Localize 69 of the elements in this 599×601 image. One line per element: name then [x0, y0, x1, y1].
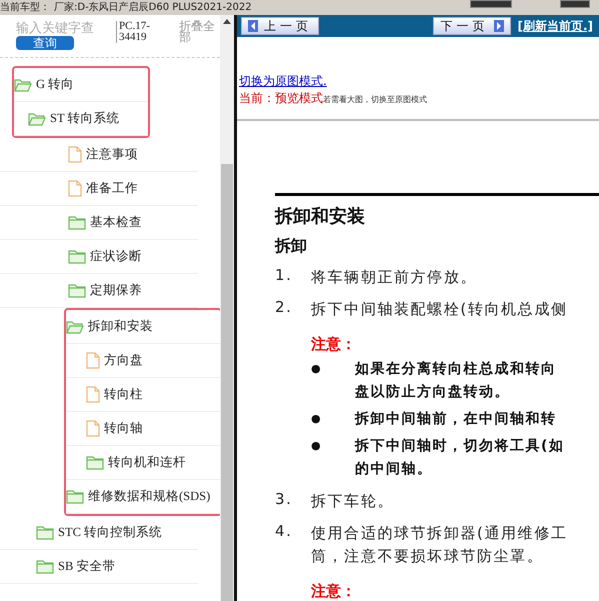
toolbar-button[interactable] [560, 0, 590, 8]
folder-icon [36, 526, 54, 540]
bullet-mark: ● [311, 361, 324, 377]
mode-hint: 若需看大图，切换至原图模式 [323, 94, 427, 105]
tree-item[interactable]: 方向盘 [66, 344, 220, 378]
step-number: 1. [275, 266, 294, 286]
tree-item[interactable]: 维修数据和规格(SDS) [66, 480, 220, 514]
open-folder-icon [66, 320, 84, 334]
tree-item[interactable]: STC 转向控制系统 [0, 516, 198, 550]
scroll-thumb[interactable] [221, 164, 233, 601]
tree-item[interactable]: 拆卸和安装 [66, 310, 220, 344]
original-mode-link[interactable]: 切换为原图模式. [239, 73, 599, 90]
section-heading: 拆卸 [275, 236, 308, 257]
tree-item[interactable]: SB 安全带 [0, 550, 198, 584]
tree-item[interactable]: 准备工作 [0, 172, 198, 206]
document-title: 拆卸和安装 [275, 205, 366, 228]
step-text: 使用合适的球节拆卸器(通用维修工 [311, 523, 568, 544]
bullet-mark: ● [311, 411, 324, 427]
folder-icon [68, 250, 86, 264]
step-text: 将车辆朝正前方停放。 [311, 267, 477, 288]
document-icon [86, 420, 100, 437]
caution-label: 注意： [311, 335, 357, 354]
search-field[interactable]: 输入关键字查 [16, 21, 110, 36]
document-icon [68, 146, 82, 163]
tree-item[interactable]: 注意事项 [0, 138, 198, 172]
caution-text: 如果在分离转向柱总成和转向 [355, 360, 556, 379]
step-number: 3. [275, 490, 294, 510]
scroll-up-icon[interactable] [223, 19, 231, 24]
step-text: 筒，注意不要损坏球节防尘罩。 [311, 546, 544, 567]
step-text: 拆下中间轴装配螺栓(转向机总成侧 [311, 299, 568, 320]
tree-item[interactable]: 转向机和连杆 [66, 446, 220, 480]
vehicle-label: 当前车型： [0, 0, 50, 15]
document-icon [86, 352, 100, 369]
refresh-page-link[interactable]: [刷新当前页.] [517, 18, 593, 34]
caution-text: 盘以防止方向盘转动。 [355, 382, 511, 402]
step-number: 2. [275, 298, 294, 318]
current-mode: 当前：预览模式 [239, 90, 323, 107]
step-text: 拆下车轮。 [311, 491, 394, 512]
right-arrow-icon [494, 20, 504, 32]
document-icon [68, 180, 82, 197]
open-folder-icon [28, 112, 46, 126]
folder-icon [66, 490, 84, 504]
caution-text: 拆下中间轴时，切勿将工具(如 [355, 437, 564, 456]
document-code: PC.17-34419 [116, 21, 163, 43]
step-number: 4. [275, 522, 294, 542]
document-icon [86, 386, 100, 403]
tree-item[interactable]: 转向轴 [66, 412, 220, 446]
tree-item[interactable]: 定期保养 [0, 274, 198, 308]
tree-item[interactable]: G 转向 [14, 68, 148, 102]
open-folder-icon [14, 78, 32, 92]
query-button[interactable]: 查询 [16, 36, 74, 50]
left-arrow-icon [248, 20, 258, 32]
folder-icon [68, 216, 86, 230]
tree-item[interactable]: 转向柱 [66, 378, 220, 412]
tree-item[interactable]: 症状诊断 [0, 240, 198, 274]
bullet-mark: ● [311, 438, 324, 454]
caution-text: 的中间轴。 [355, 460, 434, 479]
next-page-button[interactable]: 下一页 [433, 17, 512, 35]
folder-icon [68, 284, 86, 298]
vehicle-name: 厂家:D-东风日产启辰D60 PLUS2021-2022 [54, 0, 252, 15]
scrollbar[interactable] [220, 15, 234, 601]
folder-icon [86, 456, 104, 470]
folder-icon [36, 560, 54, 574]
tree-item[interactable]: ST 转向系统 [14, 102, 148, 136]
caution-text: 拆卸中间轴前，在中间轴和转 [355, 410, 556, 429]
caution-label: 注意： [311, 582, 357, 601]
tree-item[interactable]: 基本检查 [0, 206, 198, 240]
toolbar-button[interactable] [470, 0, 512, 8]
previous-page-button[interactable]: 上一页 [241, 17, 319, 35]
